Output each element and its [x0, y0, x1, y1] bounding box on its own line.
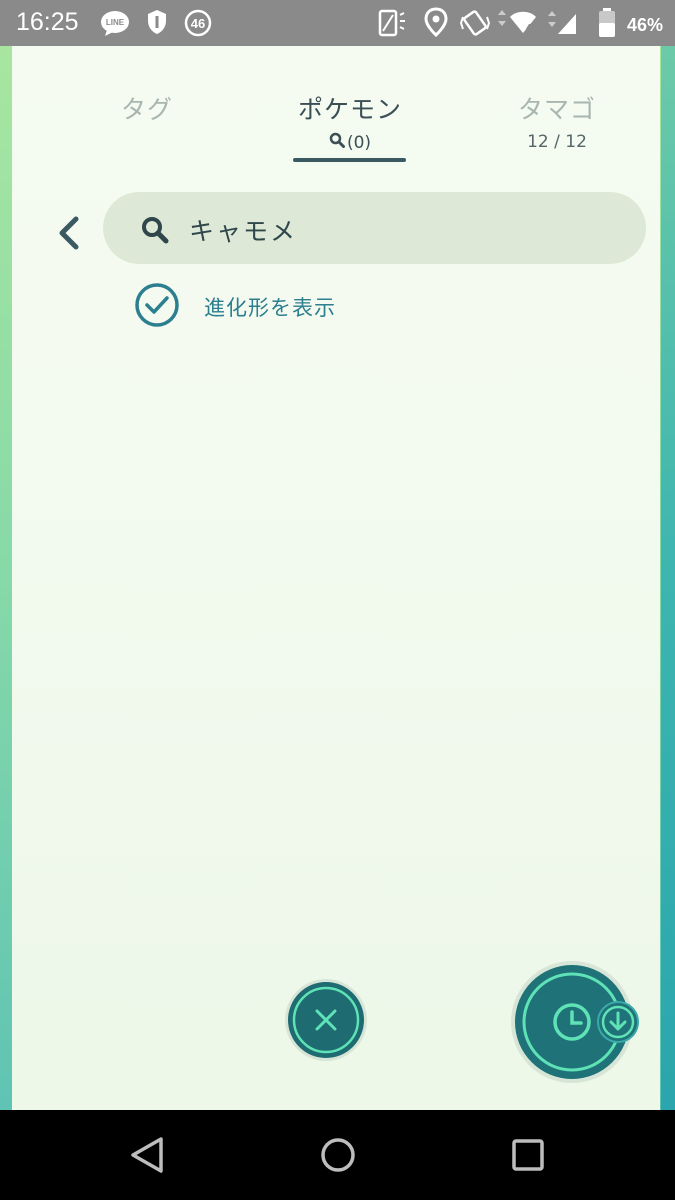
square-recents-icon	[512, 1139, 544, 1171]
check-circle-icon	[134, 282, 180, 332]
search-panel: タグ ポケモン (0) タマゴ 12 / 12 キャモメ 進化形を表示	[12, 46, 660, 1110]
nav-recents-button[interactable]	[508, 1135, 548, 1179]
tab-pokemon[interactable]: ポケモン (0)	[270, 90, 430, 153]
shield-icon	[146, 9, 168, 39]
back-button[interactable]	[46, 212, 92, 258]
vibrate-signal-icon	[378, 9, 408, 41]
search-input[interactable]: キャモメ	[103, 192, 646, 264]
badge-46-icon: 46	[184, 9, 212, 41]
tab-pokemon-label: ポケモン	[297, 95, 402, 124]
tab-eggs[interactable]: タマゴ 12 / 12	[482, 90, 632, 152]
line-badge-text: LINE	[106, 18, 125, 27]
tab-tags-label: タグ	[120, 95, 173, 124]
tab-eggs-label: タマゴ	[517, 95, 596, 124]
cell-signal-icon	[546, 10, 578, 40]
battery-icon	[598, 8, 616, 42]
search-query: キャモメ	[189, 217, 298, 246]
badge-46-text: 46	[191, 16, 205, 31]
active-tab-indicator	[293, 158, 406, 162]
result-search-icon	[329, 132, 345, 153]
egg-count: 12 / 12	[527, 132, 587, 152]
status-time: 16:25	[16, 8, 79, 36]
wifi-icon: 4	[496, 9, 540, 41]
navigation-bar	[0, 1110, 675, 1200]
battery-percent: 46%	[626, 15, 663, 35]
line-icon: LINE	[100, 10, 130, 40]
show-evolutions-label: 進化形を表示	[204, 296, 336, 320]
triangle-back-icon	[131, 1137, 163, 1173]
chevron-left-icon	[57, 216, 81, 254]
vibrate-icon	[459, 9, 491, 41]
location-pin-icon	[424, 7, 448, 41]
frame-right-border	[661, 46, 675, 1110]
circle-home-icon	[321, 1138, 355, 1172]
app-frame: タグ ポケモン (0) タマゴ 12 / 12 キャモメ 進化形を表示	[0, 46, 675, 1110]
close-button[interactable]	[284, 978, 368, 1066]
network-label: 4	[526, 23, 532, 34]
nav-home-button[interactable]	[318, 1135, 358, 1179]
result-count: (0)	[346, 132, 372, 153]
search-icon	[141, 216, 169, 248]
download-badge	[596, 1000, 640, 1048]
nav-back-button[interactable]	[128, 1135, 168, 1179]
status-bar: 16:25 LINE 46 4 46%	[0, 0, 675, 46]
tab-tags[interactable]: タグ	[92, 90, 202, 126]
